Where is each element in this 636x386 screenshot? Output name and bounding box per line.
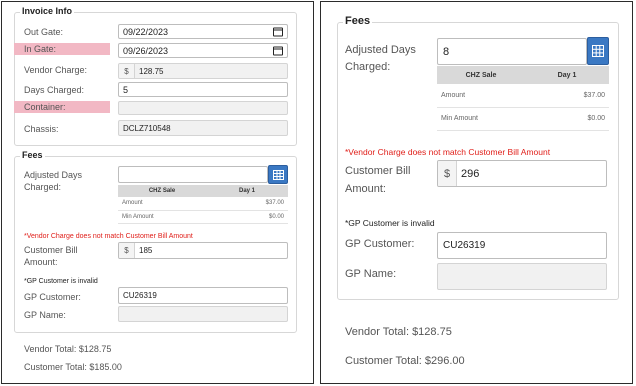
vendor-total: Vendor Total: $128.75 — [24, 344, 112, 354]
customer-bill-input[interactable]: $ 296 — [437, 160, 607, 187]
gp-customer-label: GP Customer: — [345, 238, 415, 250]
out-gate-value: 09/22/2023 — [123, 26, 169, 37]
vendor-mismatch-error: *Vendor Charge does not match Customer B… — [345, 147, 551, 157]
adjusted-days-input[interactable]: 8 — [437, 38, 587, 65]
adjusted-days-value: 8 — [443, 45, 450, 58]
gp-name-input[interactable] — [437, 263, 607, 290]
table-cell-label: Min Amount — [437, 107, 525, 131]
customer-bill-label-line2: Amount: — [24, 257, 58, 268]
customer-bill-value: 185 — [139, 246, 153, 255]
table-cell-label: Amount — [118, 197, 206, 211]
calendar-icon[interactable] — [273, 46, 283, 55]
in-gate-date-input[interactable]: 09/26/2023 — [118, 43, 288, 58]
gp-customer-value: CU26319 — [123, 291, 157, 300]
chassis-value: DCLZ710548 — [123, 123, 171, 133]
chassis-label: Chassis: — [24, 124, 59, 134]
customer-total: Customer Total: $185.00 — [24, 362, 122, 372]
adjusted-days-label-line1: Adjusted Days — [345, 44, 416, 56]
fees-legend: Fees — [343, 15, 373, 27]
currency-symbol: $ — [119, 64, 135, 78]
in-gate-label: In Gate: — [14, 43, 110, 56]
table-cell-value: $37.00 — [525, 84, 609, 108]
adjusted-days-label: Adjusted Days Charged: — [24, 169, 82, 193]
chassis-input[interactable]: DCLZ710548 — [118, 120, 288, 136]
adjusted-days-input[interactable] — [118, 166, 268, 183]
customer-bill-label-line2: Amount: — [345, 182, 386, 195]
gp-customer-label: GP Customer: — [24, 292, 81, 302]
container-label: Container: — [14, 101, 110, 114]
table-header-day-1: Day 1 — [525, 66, 609, 84]
customer-bill-label: Customer Bill Amount: — [24, 244, 78, 268]
table-cell-value: $0.00 — [525, 107, 609, 131]
table-row: Amount $37.00 — [118, 197, 288, 211]
table-cell-label: Amount — [437, 84, 525, 108]
out-gate-date-input[interactable]: 09/22/2023 — [118, 24, 288, 39]
gp-customer-invalid-note: *GP Customer is invalid — [345, 218, 435, 228]
vendor-total: Vendor Total: $128.75 — [345, 326, 452, 338]
in-gate-value: 09/26/2023 — [123, 45, 169, 56]
customer-bill-label-line1: Customer Bill — [345, 165, 411, 177]
currency-symbol: $ — [119, 243, 135, 258]
table-header-day-1: Day 1 — [206, 185, 288, 197]
vendor-mismatch-error: *Vendor Charge does not match Customer B… — [24, 233, 193, 240]
adjusted-days-label-line2: Charged: — [345, 61, 391, 74]
gp-customer-invalid-note: *GP Customer is invalid — [24, 278, 98, 285]
customer-total: Customer Total: $296.00 — [345, 355, 465, 367]
gp-name-label: GP Name: — [345, 268, 397, 280]
vendor-charge-value: 128.75 — [139, 66, 164, 76]
table-cell-value: $0.00 — [206, 210, 288, 224]
left-screenshot-panel: Invoice Info Out Gate: 09/22/2023 In Gat… — [1, 1, 314, 384]
container-input[interactable] — [118, 101, 288, 115]
grid-calculator-button[interactable] — [587, 37, 609, 65]
customer-bill-label-line1: Customer Bill — [24, 245, 78, 255]
invoice-info-legend: Invoice Info — [20, 6, 75, 16]
table-header-chz-sale: CHZ Sale — [437, 66, 525, 84]
table-row: Min Amount $0.00 — [437, 107, 609, 131]
chz-sale-table: CHZ Sale Day 1 Amount $37.00 Min Amount … — [118, 185, 288, 224]
days-charged-label: Days Charged: — [24, 85, 85, 95]
gp-name-input[interactable] — [118, 306, 288, 322]
right-screenshot-panel: Fees Adjusted Days Charged: 8 CHZ Sale D… — [320, 1, 633, 384]
vendor-charge-label: Vendor Charge: — [24, 65, 88, 75]
gp-customer-input[interactable]: CU26319 — [437, 232, 607, 259]
grid-calculator-button[interactable] — [268, 165, 288, 184]
table-row: Min Amount $0.00 — [118, 210, 288, 224]
grid-calculator-icon — [592, 45, 604, 57]
chz-sale-table: CHZ Sale Day 1 Amount $37.00 Min Amount … — [437, 66, 609, 131]
customer-bill-value: 296 — [461, 167, 480, 180]
grid-calculator-icon — [272, 169, 284, 180]
calendar-icon[interactable] — [273, 27, 283, 36]
fees-legend: Fees — [20, 150, 45, 160]
customer-bill-label: Customer Bill Amount: — [345, 163, 410, 198]
table-cell-value: $37.00 — [206, 197, 288, 211]
adjusted-days-label: Adjusted Days Charged: — [345, 42, 416, 76]
customer-bill-input[interactable]: $ 185 — [118, 242, 288, 259]
table-header-chz-sale: CHZ Sale — [118, 185, 206, 197]
gp-customer-value: CU26319 — [443, 240, 486, 251]
vendor-charge-input[interactable]: $ 128.75 — [118, 63, 288, 79]
adjusted-days-label-line2: Charged: — [24, 182, 62, 193]
adjusted-days-label-line1: Adjusted Days — [24, 170, 83, 180]
gp-name-label: GP Name: — [24, 310, 66, 320]
days-charged-input[interactable]: 5 — [118, 82, 288, 97]
table-cell-label: Min Amount — [118, 210, 206, 224]
days-charged-value: 5 — [123, 84, 129, 95]
table-row: Amount $37.00 — [437, 84, 609, 108]
out-gate-label: Out Gate: — [24, 27, 64, 37]
gp-customer-input[interactable]: CU26319 — [118, 287, 288, 304]
currency-symbol: $ — [438, 161, 457, 186]
